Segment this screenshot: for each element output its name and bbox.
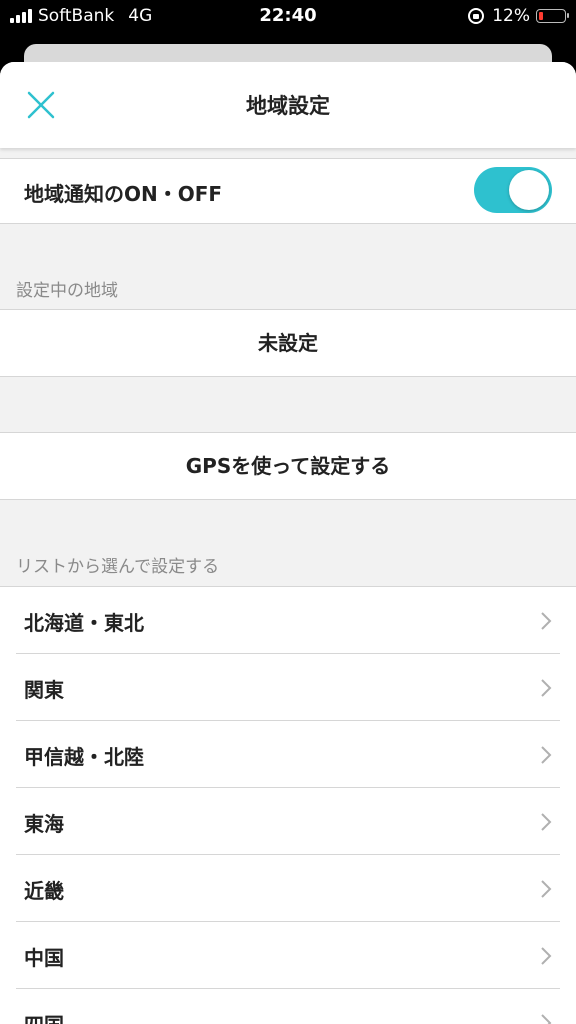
list-item-label: 四国 [24,1009,64,1024]
nav-bar: 地域設定 [0,62,576,148]
status-bar: SoftBank 4G 22:40 12% [0,0,576,34]
region-list-header: リストから選んで設定する [16,557,220,577]
current-region-header: 設定中の地域 [16,281,118,301]
list-item-koshinetsu-hokuriku[interactable]: 甲信越・北陸 [16,721,560,788]
chevron-right-icon [541,679,552,697]
chevron-right-icon [541,1014,552,1024]
current-region-value: 未設定 [0,309,576,377]
region-list: 北海道・東北 関東 甲信越・北陸 東海 近畿 中国 四国 [0,586,576,1024]
list-item-shikoku[interactable]: 四国 [16,989,560,1024]
list-item-kinki[interactable]: 近畿 [16,855,560,922]
status-right: 12% [468,6,569,26]
list-item-label: 近畿 [24,879,64,903]
notification-toggle-row: 地域通知のON・OFF [0,158,576,224]
notification-toggle-label: 地域通知のON・OFF [24,182,223,206]
chevron-right-icon [541,746,552,764]
list-item-label: 東海 [24,812,64,836]
battery-icon [536,9,569,23]
chevron-right-icon [541,947,552,965]
page-title: 地域設定 [246,94,330,118]
gps-setting-button[interactable]: GPSを使って設定する [0,432,576,500]
list-item-label: 関東 [24,678,64,702]
list-item-chugoku[interactable]: 中国 [16,922,560,989]
notification-toggle[interactable] [474,167,552,213]
chevron-right-icon [541,813,552,831]
chevron-right-icon [541,880,552,898]
list-item-tokai[interactable]: 東海 [16,788,560,855]
list-item-label: 甲信越・北陸 [24,745,144,769]
toggle-knob [509,170,549,210]
battery-percent: 12% [492,6,530,26]
chevron-right-icon [541,612,552,630]
list-item-label: 北海道・東北 [24,611,144,635]
orientation-lock-icon [468,8,485,24]
list-item-hokkaido-tohoku[interactable]: 北海道・東北 [16,587,560,654]
list-item-kanto[interactable]: 関東 [16,654,560,721]
region-settings-sheet: 地域設定 地域通知のON・OFF 設定中の地域 未設定 GPSを使って設定する … [0,62,576,1024]
list-item-label: 中国 [24,946,64,970]
